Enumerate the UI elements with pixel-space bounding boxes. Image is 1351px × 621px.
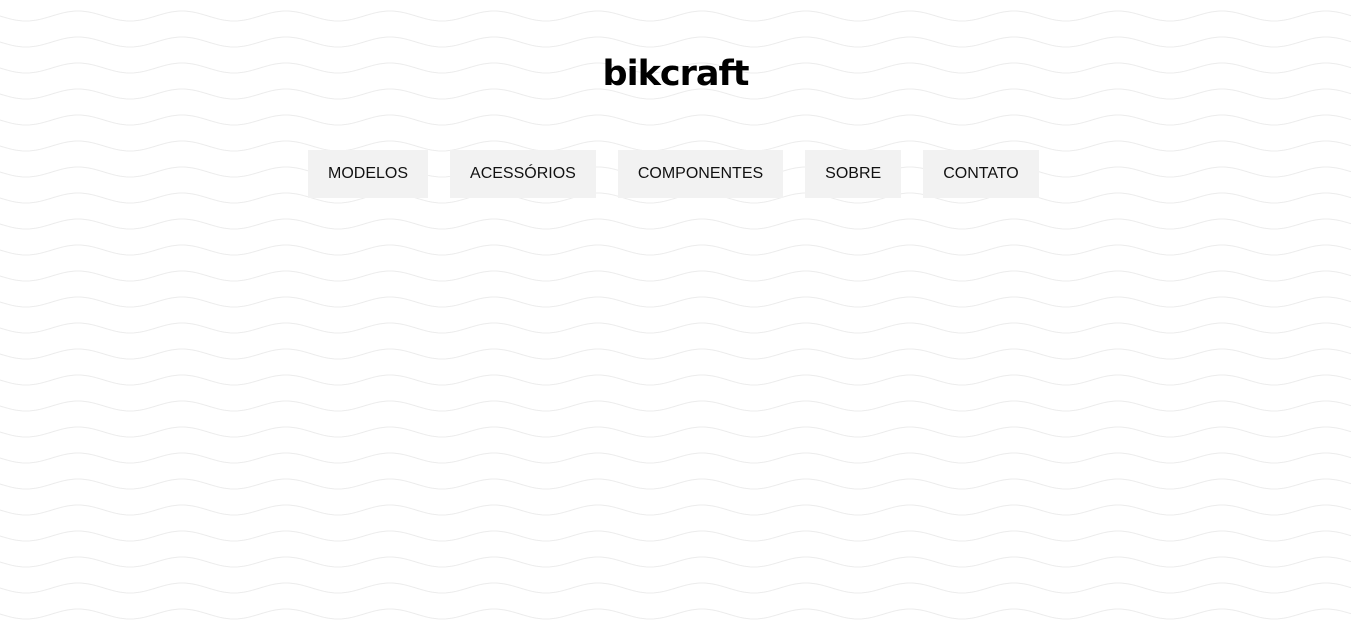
wave-line bbox=[0, 10, 1351, 22]
wave-line bbox=[0, 36, 1351, 48]
wave-line bbox=[0, 270, 1351, 282]
wave-line bbox=[0, 218, 1351, 230]
wave-line bbox=[0, 374, 1351, 386]
wave-line bbox=[0, 426, 1351, 438]
main-nav: MODELOS ACESSÓRIOS COMPONENTES SOBRE CON… bbox=[308, 150, 1039, 198]
wave-line bbox=[0, 322, 1351, 334]
wave-line bbox=[0, 608, 1351, 620]
nav-item-acessorios[interactable]: ACESSÓRIOS bbox=[450, 150, 596, 198]
wave-line bbox=[0, 478, 1351, 490]
wave-line bbox=[0, 244, 1351, 256]
wave-line bbox=[0, 582, 1351, 594]
nav-item-sobre[interactable]: SOBRE bbox=[805, 150, 902, 198]
page: bikcraft MODELOS ACESSÓRIOS COMPONENTES … bbox=[0, 0, 1351, 621]
wave-line bbox=[0, 400, 1351, 412]
nav-item-contato[interactable]: CONTATO bbox=[923, 150, 1039, 198]
nav-item-componentes[interactable]: COMPONENTES bbox=[617, 150, 784, 198]
wave-line bbox=[0, 114, 1351, 126]
wave-line bbox=[0, 348, 1351, 360]
wave-line bbox=[0, 296, 1351, 308]
wave-line bbox=[0, 556, 1351, 568]
wave-line bbox=[0, 504, 1351, 516]
nav-item-modelos[interactable]: MODELOS bbox=[308, 150, 429, 198]
brand-logo[interactable]: bikcraft bbox=[0, 50, 1351, 98]
wave-line bbox=[0, 530, 1351, 542]
wave-line bbox=[0, 452, 1351, 464]
